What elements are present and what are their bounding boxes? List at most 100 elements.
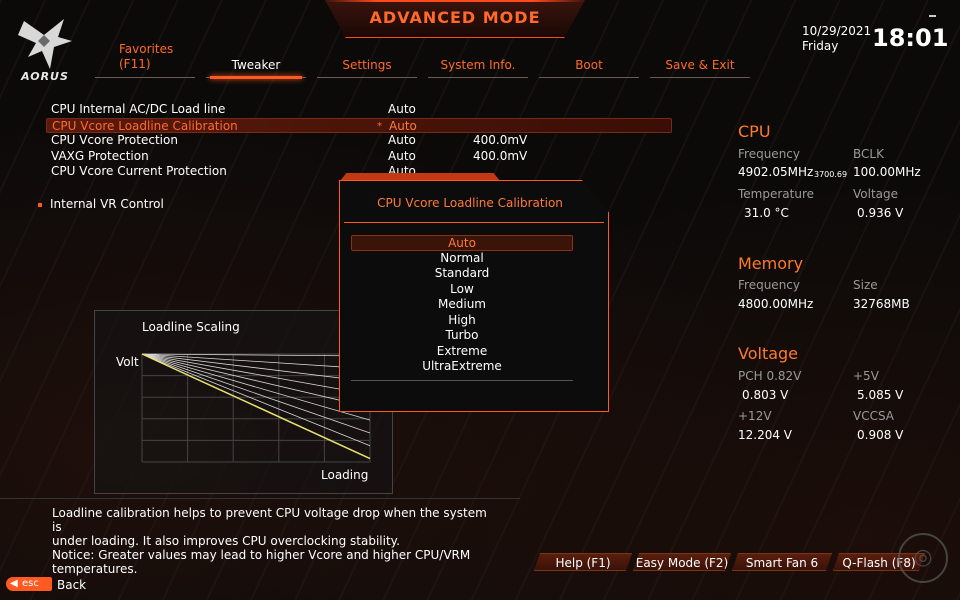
tab-favorites-label: Favorites	[119, 42, 174, 56]
tab-save-exit[interactable]: Save & Exit	[650, 42, 750, 78]
setting-value: Auto	[388, 148, 416, 163]
setting-value: Auto	[389, 118, 417, 133]
day-display: Friday	[802, 39, 839, 53]
mode-title: ADVANCED MODE	[369, 8, 541, 27]
help-description: Loadline calibration helps to prevent CP…	[52, 506, 492, 576]
tab-boot[interactable]: Boot	[539, 42, 639, 78]
tab-save-exit-label: Save & Exit	[665, 58, 735, 72]
description-line: Notice: Greater values may lead to highe…	[52, 548, 471, 562]
option-standard[interactable]: Standard	[351, 266, 573, 282]
tab-system-info[interactable]: System Info.	[428, 42, 528, 78]
chart-y-label: Volt	[116, 355, 139, 369]
popup-options-list: Auto Normal Standard Low Medium High Tur…	[351, 235, 573, 375]
vccsa-label: VCCSA	[853, 409, 895, 423]
vccsa-value: 0.908 V	[857, 428, 904, 442]
plus5v-value: 5.085 V	[857, 388, 904, 402]
tab-tweaker[interactable]: Tweaker	[206, 42, 306, 79]
plus12v-label: +12V	[738, 409, 772, 423]
tab-settings-label: Settings	[342, 58, 392, 72]
watermark-logo-icon: ◎	[898, 533, 948, 583]
memory-size-value: 32768MB	[853, 297, 910, 311]
esc-label: esc	[22, 578, 39, 589]
voltage-heading: Voltage	[738, 344, 799, 363]
smart-fan-button[interactable]: Smart Fan 6 (F6)	[732, 553, 832, 571]
popup-tab-decoration	[340, 173, 500, 181]
option-low[interactable]: Low	[351, 282, 573, 298]
setting-current-value: 400.0mV	[473, 133, 528, 147]
option-extreme[interactable]: Extreme	[351, 344, 573, 360]
tab-favorites-key: (F11)	[119, 57, 151, 71]
loadline-curve	[141, 353, 371, 460]
memory-heading: Memory	[738, 254, 804, 273]
memory-size-label: Size	[853, 278, 878, 292]
cpu-voltage-label: Voltage	[853, 187, 899, 201]
bullet-icon	[38, 202, 42, 207]
cpu-temperature-label: Temperature	[738, 187, 815, 201]
setting-row-vaxg-protection[interactable]: VAXG Protection Auto 400.0mV	[46, 149, 672, 165]
chart-x-label: Loading	[321, 468, 369, 482]
setting-value: Auto	[388, 102, 416, 116]
memory-frequency-label: Frequency	[738, 278, 800, 292]
setting-label: CPU Vcore Current Protection	[51, 164, 227, 178]
back-label[interactable]: Back	[57, 578, 86, 592]
description-line: temperatures.	[52, 562, 138, 576]
minimize-icon[interactable]	[929, 15, 936, 17]
option-high[interactable]: High	[351, 313, 573, 329]
memory-frequency-value: 4800.00MHz	[738, 297, 814, 311]
tab-system-info-label: System Info.	[440, 58, 516, 72]
setting-label: CPU Vcore Protection	[51, 133, 178, 147]
setting-row-acdc-loadline[interactable]: CPU Internal AC/DC Load line Auto	[46, 102, 672, 118]
loadline-curve	[141, 353, 371, 370]
back-arrow-icon: ◀	[10, 578, 18, 589]
popup-title: CPU Vcore Loadline Calibration	[377, 196, 563, 210]
cpu-frequency-sub: 3700.69	[814, 170, 848, 179]
pch-voltage-value: 0.803 V	[742, 388, 789, 402]
cpu-bclk-value: 100.00MHz	[853, 165, 921, 179]
setting-label: VAXG Protection	[51, 148, 149, 163]
loadline-curve	[141, 353, 371, 408]
description-line: Loadline calibration helps to prevent CP…	[52, 506, 487, 534]
option-turbo[interactable]: Turbo	[351, 328, 573, 344]
tab-tweaker-label: Tweaker	[231, 58, 281, 72]
option-normal[interactable]: Normal	[351, 251, 573, 267]
setting-current-value: 400.0mV	[473, 148, 528, 163]
chart-title: Loadline Scaling	[142, 320, 240, 334]
tab-boot-label: Boot	[575, 58, 603, 72]
description-line: under loading. It also improves CPU over…	[52, 534, 400, 548]
description-divider	[0, 498, 520, 499]
plus12v-value: 12.204 V	[738, 428, 793, 442]
modified-star-icon: *	[377, 120, 382, 132]
date-display: 10/29/2021	[802, 24, 872, 38]
settings-list: CPU Internal AC/DC Load line Auto CPU Vc…	[46, 102, 672, 180]
option-auto[interactable]: Auto	[351, 235, 573, 251]
setting-label: CPU Internal AC/DC Load line	[51, 102, 226, 116]
pch-voltage-label: PCH 0.82V	[738, 369, 802, 383]
help-button[interactable]: Help (F1)	[534, 553, 632, 571]
plus5v-label: +5V	[853, 369, 879, 383]
time-display: 18:01	[872, 24, 949, 52]
popup-bottom-divider	[351, 380, 573, 381]
submenu-internal-vr-control[interactable]: Internal VR Control	[38, 197, 164, 211]
option-ultraextreme[interactable]: UltraExtreme	[351, 359, 573, 375]
aorus-logo-text: AORUS	[21, 70, 69, 83]
loadline-curve	[141, 353, 371, 395]
popup-divider	[344, 222, 604, 223]
tab-settings[interactable]: Settings	[317, 42, 417, 78]
cpu-voltage-value: 0.936 V	[857, 206, 904, 220]
setting-row-vcore-llc[interactable]: CPU Vcore Loadline Calibration * Auto	[46, 117, 672, 133]
submenu-label: Internal VR Control	[50, 197, 164, 211]
option-medium[interactable]: Medium	[351, 297, 573, 313]
setting-label: CPU Vcore Loadline Calibration	[52, 118, 238, 133]
loadline-curve	[141, 353, 371, 434]
loadline-curve	[141, 353, 371, 421]
tab-favorites[interactable]: Favorites (F11)	[95, 42, 195, 78]
chart-lines	[141, 353, 371, 460]
cpu-frequency-label: Frequency	[738, 147, 800, 161]
setting-row-vcore-protection[interactable]: CPU Vcore Protection Auto 400.0mV	[46, 133, 672, 149]
cpu-temperature-value: 31.0 °C	[744, 206, 789, 220]
setting-value: Auto	[388, 133, 416, 147]
easy-mode-button[interactable]: Easy Mode (F2)	[633, 553, 731, 571]
cpu-heading: CPU	[738, 122, 771, 141]
cpu-bclk-label: BCLK	[853, 147, 884, 161]
cpu-frequency-value: 4902.05MHz	[738, 165, 814, 179]
